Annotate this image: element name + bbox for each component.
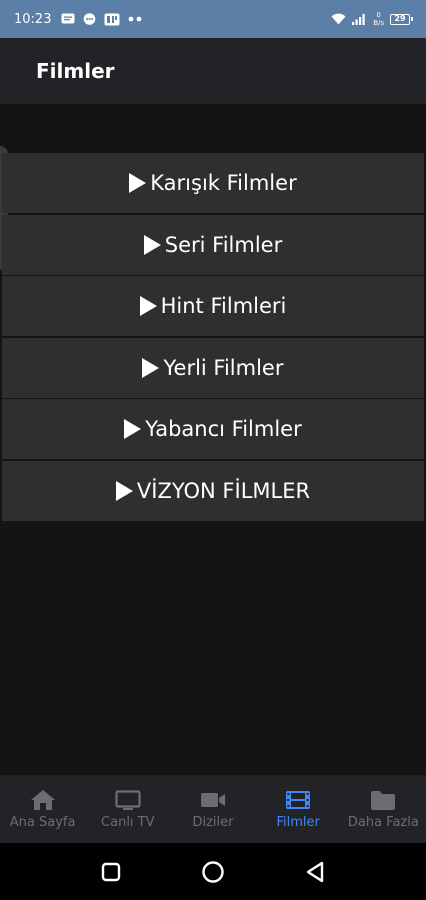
- home-button[interactable]: [193, 852, 233, 892]
- menu-item-vizyon-filmler[interactable]: VİZYON FİLMLER: [2, 460, 424, 521]
- nav-item-daha-fazla[interactable]: Daha Fazla: [341, 775, 426, 843]
- menu-item-seri-filmler[interactable]: Seri Filmler: [2, 214, 424, 275]
- signal-icon: [352, 13, 367, 25]
- status-bar-left: 10:23: [14, 12, 142, 27]
- back-triangle-icon: [306, 861, 324, 882]
- network-speed-value: 0: [376, 11, 381, 19]
- chat-notification-icon: [83, 12, 96, 26]
- film-category-list: Karışık Filmler Seri Filmler Hint Filmle…: [2, 153, 424, 523]
- square-icon: [101, 862, 121, 881]
- menu-item-label: Hint Filmleri: [160, 294, 287, 319]
- menu-item-hint-filmleri[interactable]: Hint Filmleri: [2, 276, 424, 337]
- system-navigation-bar: [0, 843, 426, 900]
- play-arrow-icon: [142, 357, 160, 378]
- network-speed-unit: B/s: [373, 19, 384, 27]
- menu-item-label: Yabancı Filmler: [145, 417, 302, 442]
- battery-icon: 29: [390, 13, 413, 25]
- back-button[interactable]: [295, 852, 335, 892]
- play-arrow-icon: [139, 296, 157, 317]
- play-arrow-icon: [143, 234, 161, 255]
- menu-item-karisik-filmler[interactable]: Karışık Filmler: [2, 153, 424, 213]
- nav-label: Filmler: [276, 814, 320, 830]
- app-bar: Filmler: [0, 38, 426, 104]
- home-icon: [30, 789, 55, 810]
- nav-label: Ana Sayfa: [9, 814, 76, 830]
- menu-item-label: VİZYON FİLMLER: [136, 478, 311, 503]
- nav-label: Canlı TV: [101, 814, 155, 830]
- recent-apps-button[interactable]: [91, 852, 131, 892]
- menu-item-yabanci-filmler[interactable]: Yabancı Filmler: [2, 399, 424, 460]
- screen: 10:23 0 B/s 29 Filmler Karışık Filmler S…: [0, 0, 426, 900]
- play-arrow-icon: [124, 419, 142, 440]
- message-notification-icon: [61, 13, 75, 26]
- menu-item-label: Yerli Filmler: [163, 355, 284, 380]
- network-speed: 0 B/s: [373, 11, 384, 27]
- menu-item-label: Karışık Filmler: [150, 171, 297, 195]
- nav-item-diziler[interactable]: Diziler: [170, 775, 255, 843]
- page-title: Filmler: [36, 59, 115, 83]
- play-arrow-icon: [129, 173, 147, 193]
- battery-level: 29: [394, 13, 406, 23]
- status-time: 10:23: [14, 11, 52, 27]
- play-arrow-icon: [115, 480, 133, 501]
- status-bar-right: 0 B/s 29: [331, 11, 413, 27]
- bottom-navigation: Ana Sayfa Canlı TV Diziler Filmler Daha …: [0, 775, 426, 843]
- folder-icon: [371, 790, 396, 810]
- nav-label: Diziler: [192, 814, 234, 830]
- nav-item-filmler[interactable]: Filmler: [256, 775, 341, 843]
- film-icon: [286, 790, 311, 809]
- video-camera-icon: [200, 792, 225, 807]
- circle-icon: [202, 860, 224, 883]
- more-notifications-icon: [128, 16, 142, 22]
- nav-item-ana-sayfa[interactable]: Ana Sayfa: [0, 775, 85, 843]
- menu-item-label: Seri Filmler: [164, 232, 283, 257]
- tv-icon: [115, 789, 141, 810]
- nav-label: Daha Fazla: [347, 814, 419, 830]
- status-bar: 10:23 0 B/s 29: [0, 0, 426, 38]
- wifi-icon: [331, 13, 346, 25]
- menu-item-yerli-filmler[interactable]: Yerli Filmler: [2, 337, 424, 398]
- nav-item-canli-tv[interactable]: Canlı TV: [85, 775, 170, 843]
- app-notification-icon: [104, 13, 120, 26]
